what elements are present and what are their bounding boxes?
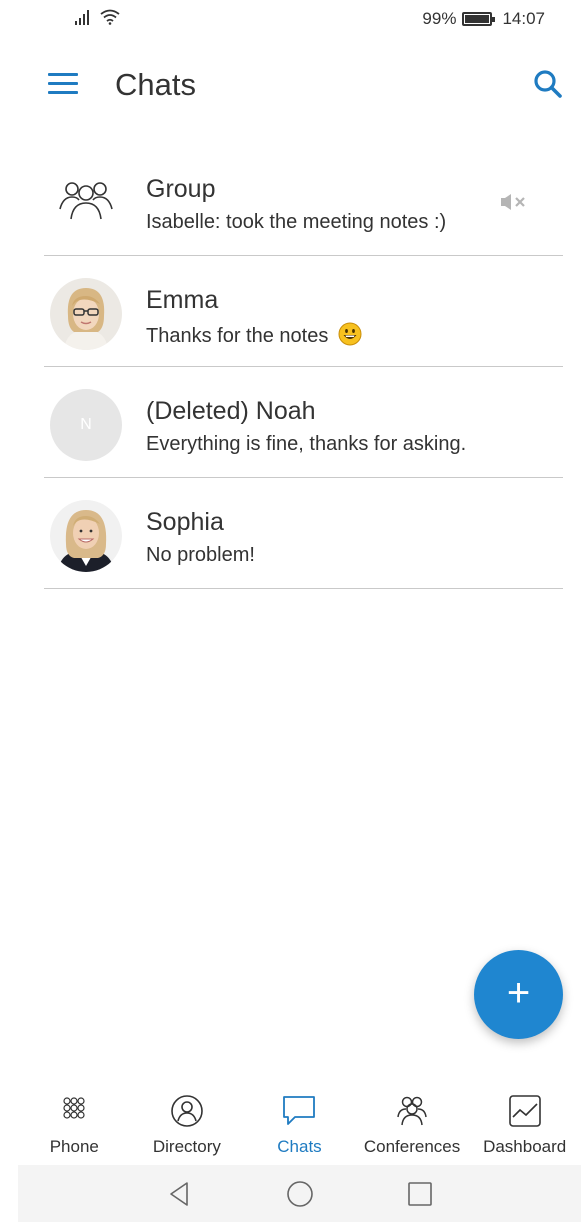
- group-icon: [59, 182, 113, 220]
- new-chat-button[interactable]: +: [474, 950, 563, 1039]
- chat-name: (Deleted) Noah: [146, 397, 316, 425]
- nav-label: Dashboard: [483, 1137, 567, 1156]
- chat-message: Thanks for the notes: [146, 322, 362, 348]
- directory-icon: [171, 1095, 203, 1127]
- nav-item-dashboard[interactable]: Dashboard: [468, 1085, 581, 1165]
- chat-row-group[interactable]: Group Isabelle: took the meeting notes :…: [44, 145, 563, 256]
- avatar: [50, 500, 122, 572]
- mute-icon: [501, 194, 525, 210]
- battery-icon: [462, 12, 496, 26]
- avatar: [50, 278, 122, 350]
- home-icon[interactable]: [280, 1174, 320, 1214]
- chat-message: No problem!: [146, 544, 255, 566]
- grinning-face-icon: [338, 322, 362, 346]
- chat-row-sophia[interactable]: Sophia No problem!: [44, 478, 563, 589]
- status-bar: 99% 14:07: [0, 0, 581, 40]
- recents-icon[interactable]: [400, 1174, 440, 1214]
- app-header: Chats: [0, 55, 581, 115]
- plus-icon: +: [506, 970, 531, 1015]
- nav-label: Chats: [277, 1137, 322, 1156]
- nav-label: Conferences: [363, 1137, 461, 1156]
- chat-list: Group Isabelle: took the meeting notes :…: [44, 145, 563, 589]
- dashboard-icon: [508, 1095, 541, 1127]
- chat-name: Group: [146, 175, 216, 203]
- chat-name: Sophia: [146, 508, 224, 536]
- chat-row-noah[interactable]: N (Deleted) Noah Everything is fine, tha…: [44, 367, 563, 478]
- battery-percent: 99%: [422, 9, 457, 28]
- chat-message: Everything is fine, thanks for asking.: [146, 433, 467, 455]
- chat-bubble-icon: [283, 1096, 316, 1125]
- nav-label: Phone: [49, 1137, 99, 1156]
- bottom-nav: Phone Directory Chats Conferences Dashbo…: [18, 1085, 581, 1165]
- nav-item-chats[interactable]: Chats: [243, 1085, 356, 1165]
- page-title: Chats: [115, 67, 196, 102]
- chat-name: Emma: [146, 286, 219, 314]
- signal-icon: [75, 10, 89, 25]
- status-right: 99% 14:07: [422, 9, 545, 29]
- nav-item-conferences[interactable]: Conferences: [356, 1085, 469, 1165]
- chat-message: Isabelle: took the meeting notes :): [146, 211, 447, 233]
- system-nav-bar: [18, 1165, 581, 1222]
- status-left: [74, 9, 120, 25]
- clock: 14:07: [502, 9, 545, 28]
- conferences-icon: [397, 1096, 427, 1126]
- nav-item-directory[interactable]: Directory: [131, 1085, 244, 1165]
- chat-row-emma[interactable]: Emma Thanks for the notes: [44, 256, 563, 367]
- nav-label: Directory: [152, 1137, 221, 1156]
- avatar-initial: N: [50, 389, 122, 461]
- nav-item-phone[interactable]: Phone: [18, 1085, 131, 1165]
- wifi-icon: [100, 9, 120, 25]
- dialpad-icon: [63, 1097, 85, 1119]
- back-icon[interactable]: [160, 1174, 200, 1214]
- search-icon[interactable]: [531, 67, 565, 101]
- menu-icon[interactable]: [48, 73, 78, 95]
- chat-message-text: Thanks for the notes: [146, 325, 329, 347]
